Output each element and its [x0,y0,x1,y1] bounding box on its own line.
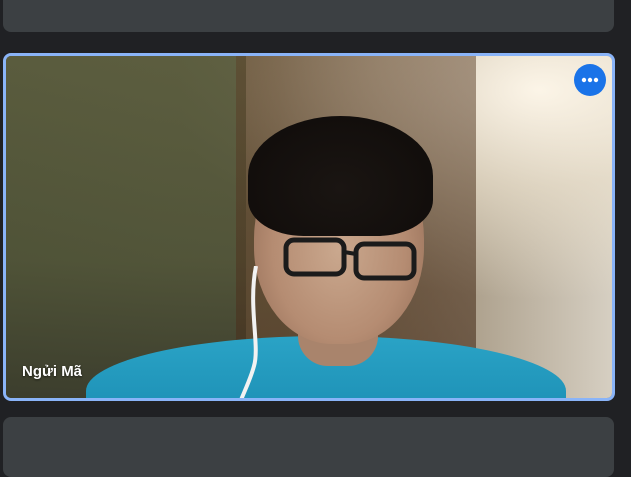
more-horiz-icon [581,77,599,83]
more-options-button[interactable] [574,64,606,96]
participant-tile-below [3,417,614,477]
video-person-glasses [283,237,417,281]
participant-tile-above [3,0,614,32]
video-earphone-cable [239,266,258,398]
participant-tile-active[interactable]: Ngửi Mã [3,53,615,401]
video-person-hair [248,116,433,236]
participant-name-label: Ngửi Mã [22,363,83,380]
